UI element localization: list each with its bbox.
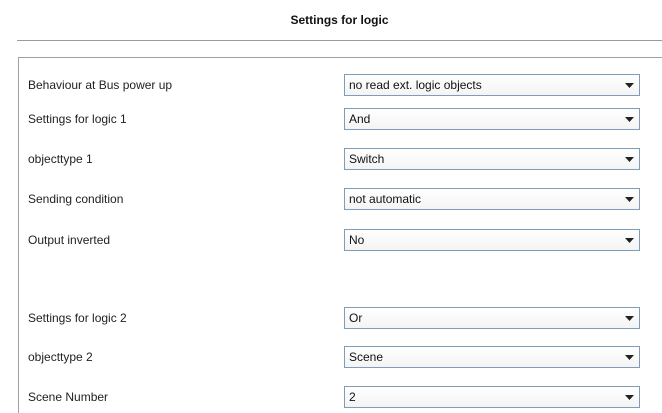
chevron-down-icon[interactable] [621,310,637,326]
dropdown-value: 2 [349,390,356,404]
objecttype-2-dropdown[interactable]: Scene [344,346,640,368]
dropdown-value: Switch [349,152,385,166]
chevron-down-icon[interactable] [621,151,637,167]
scene-number-dropdown[interactable]: 2 [344,386,640,408]
dropdown-value: Scene [349,350,384,364]
chevron-down-icon[interactable] [621,191,637,207]
setting-row-objecttype-1: objecttype 1 Switch [19,148,662,172]
chevron-down-icon[interactable] [621,389,637,405]
setting-row-bus-power-up: Behaviour at Bus power up no read ext. l… [19,74,662,98]
dropdown-value: No [349,233,365,247]
setting-row-output-inverted: Output inverted No [19,229,662,253]
setting-label: objecttype 2 [28,350,93,364]
chevron-down-icon[interactable] [621,349,637,365]
setting-label: Output inverted [28,233,111,247]
dropdown-value: not automatic [349,192,422,206]
setting-row-scene-number: Scene Number 2 [19,386,662,410]
setting-row-logic-2: Settings for logic 2 Or [19,307,662,331]
setting-row-logic-1: Settings for logic 1 And [19,108,662,132]
chevron-down-icon[interactable] [621,111,637,127]
objecttype-1-dropdown[interactable]: Switch [344,148,640,170]
settings-panel: Behaviour at Bus power up no read ext. l… [18,57,662,413]
chevron-down-icon[interactable] [621,232,637,248]
setting-row-objecttype-2: objecttype 2 Scene [19,346,662,370]
behaviour-bus-power-up-dropdown[interactable]: no read ext. logic objects [344,74,640,96]
settings-header: Settings for logic [17,0,662,41]
setting-label: Settings for logic 2 [28,311,127,325]
dropdown-value: Or [349,311,363,325]
page-title: Settings for logic [290,13,389,27]
setting-label: Scene Number [28,390,109,404]
chevron-down-icon[interactable] [621,77,637,93]
dropdown-value: And [349,112,371,126]
setting-label: Settings for logic 1 [28,112,127,126]
dropdown-value: no read ext. logic objects [349,78,482,92]
sending-condition-dropdown[interactable]: not automatic [344,188,640,210]
output-inverted-dropdown[interactable]: No [344,229,640,251]
settings-logic-2-dropdown[interactable]: Or [344,307,640,329]
setting-label: objecttype 1 [28,152,93,166]
setting-label: Sending condition [28,192,124,206]
settings-logic-1-dropdown[interactable]: And [344,108,640,130]
setting-label: Behaviour at Bus power up [28,78,173,92]
setting-row-sending-condition: Sending condition not automatic [19,188,662,212]
